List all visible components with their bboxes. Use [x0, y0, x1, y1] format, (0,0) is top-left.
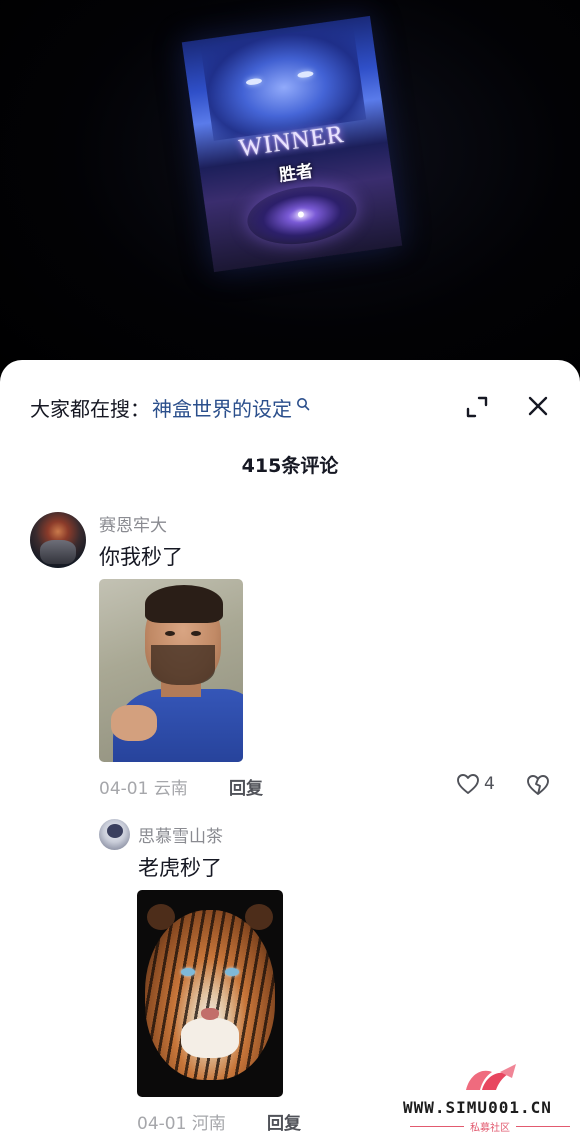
comment-sheet: 大家都在搜： 神盒世界的设定 415条评论 赛恩牢大 你我秒了 04-01 云南… [0, 360, 580, 1139]
watermark-subtitle-row: 私募社区 [410, 1119, 570, 1134]
comment-username[interactable]: 思慕雪山茶 [138, 822, 223, 847]
trending-search-bar[interactable]: 大家都在搜： 神盒世界的设定 [30, 392, 310, 422]
comment-date: 04-01 [137, 1114, 187, 1134]
comment-text: 你我秒了 [99, 545, 183, 569]
comment-username[interactable]: 赛恩牢大 [99, 511, 167, 536]
avatar[interactable] [99, 819, 130, 850]
video-player[interactable]: WINNER 胜者 [0, 0, 580, 380]
reply-button[interactable]: 回复 [267, 1109, 301, 1134]
search-icon [297, 398, 310, 411]
video-frame: WINNER 胜者 [181, 15, 403, 273]
comment-image-tiger[interactable] [137, 890, 283, 1097]
trending-search-term[interactable]: 神盒世界的设定 [152, 393, 292, 422]
watermark-logo-icon [466, 1064, 516, 1090]
comment-date: 04-01 [99, 779, 149, 799]
comment-location: 河南 [191, 1114, 226, 1134]
reply-button[interactable]: 回复 [229, 774, 263, 799]
like-count: 4 [484, 774, 495, 794]
expand-icon[interactable] [464, 394, 490, 420]
comment-count-title: 415条评论 [241, 455, 339, 477]
comment-meta: 04-01 云南 [99, 774, 188, 799]
watermark-text: WWW.SIMU001.CN [403, 1098, 552, 1117]
comment-location: 云南 [153, 779, 188, 799]
comment-meta: 04-01 河南 [137, 1109, 226, 1134]
comment-image-man-pointing[interactable] [99, 579, 243, 762]
dislike-icon[interactable] [526, 773, 550, 797]
close-icon[interactable] [525, 393, 551, 419]
avatar[interactable] [30, 512, 86, 568]
like-button[interactable]: 4 [456, 773, 495, 795]
comment-text: 老虎秒了 [138, 856, 222, 880]
trending-search-prefix: 大家都在搜： [30, 396, 150, 421]
watermark-subtitle: 私募社区 [470, 1123, 510, 1134]
heart-icon [457, 774, 479, 794]
